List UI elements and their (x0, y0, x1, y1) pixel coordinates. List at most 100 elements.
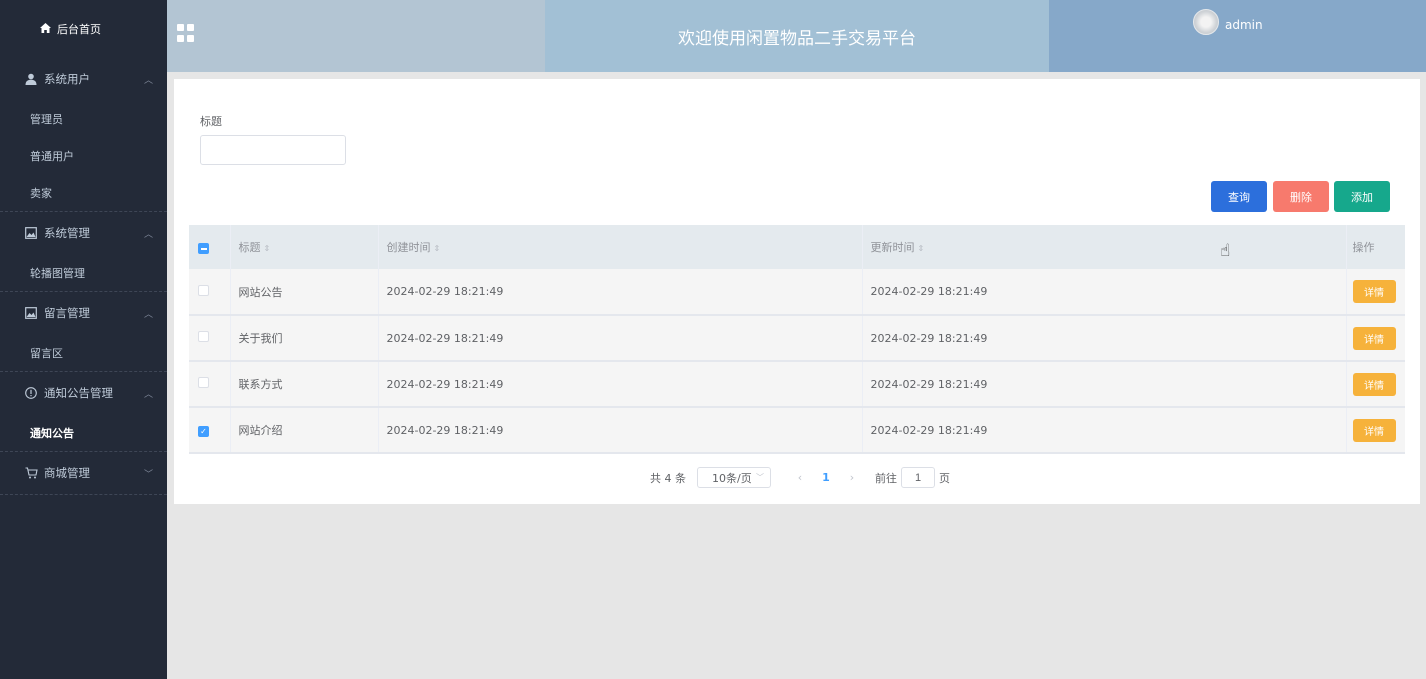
sidebar-group-notices: 通知公告管理 ︿ 通知公告 (0, 372, 167, 452)
menu-grid-icon[interactable] (177, 24, 195, 42)
sidebar: 后台首页 系统用户 ︿ 管理员 普通用户 卖家 系统管理 ︿ 轮播图管理 留言管… (0, 0, 167, 679)
table-row[interactable]: 联系方式 2024-02-29 18:21:49 2024-02-29 18:2… (189, 361, 1405, 408)
sort-icon[interactable]: ⇕ (918, 244, 925, 253)
sidebar-group-shop: 商城管理 ﹀ (0, 452, 167, 495)
sidebar-item-label: 管理员 (30, 112, 63, 126)
cell-title: 联系方式 (230, 361, 379, 408)
page-size-value: 10条/页 (712, 471, 752, 485)
sidebar-group-label: 系统用户 (44, 72, 90, 86)
cell-title: 网站介绍 (230, 407, 379, 454)
sidebar-group-header[interactable]: 系统用户 ︿ (0, 58, 167, 100)
cell-created: 2024-02-29 18:21:49 (378, 269, 863, 316)
cell-updated: 2024-02-29 18:21:49 (862, 361, 1347, 408)
column-title-label: 标题 (238, 241, 261, 254)
home-icon (40, 22, 51, 36)
sidebar-item-label: 通知公告 (30, 426, 74, 440)
sidebar-group-label: 留言管理 (44, 306, 90, 320)
chevron-down-icon: ﹀ (143, 469, 153, 480)
main-panel: 标题 查询 删除 添加 标题 ⇕ 创建时间 ⇕ 更新时间 ⇕ 操作 网站公告 2024… (174, 79, 1420, 504)
user-icon (24, 73, 38, 85)
chevron-up-icon: ︿ (143, 75, 153, 86)
sidebar-item-label: 轮播图管理 (30, 266, 85, 280)
table-row[interactable]: 网站公告 2024-02-29 18:21:49 2024-02-29 18:2… (189, 269, 1405, 316)
prev-page-icon[interactable]: ‹ (789, 471, 811, 484)
pagination: 共 4 条 10条/页 ﹀ ‹ 1 › 前往 页 (650, 467, 950, 488)
picture-icon (24, 307, 38, 319)
sidebar-item-message-board[interactable]: 留言区 (0, 334, 167, 371)
next-page-icon[interactable]: › (841, 471, 863, 484)
sidebar-item-label: 普通用户 (30, 149, 74, 163)
select-all-cell (189, 225, 231, 269)
sort-icon[interactable]: ⇕ (264, 244, 271, 253)
header-title: 欢迎使用闲置物品二手交易平台 (545, 0, 1049, 72)
row-checkbox-checked[interactable]: ✓ (198, 425, 209, 437)
row-checkbox[interactable] (198, 284, 209, 296)
sidebar-group-header[interactable]: 系统管理 ︿ (0, 212, 167, 254)
sort-icon[interactable]: ⇕ (434, 244, 441, 253)
chevron-up-icon: ︿ (143, 389, 153, 400)
header-user[interactable]: admin (1049, 0, 1426, 72)
sidebar-item-sellers[interactable]: 卖家 (0, 174, 167, 211)
sidebar-group-messages: 留言管理 ︿ 留言区 (0, 292, 167, 372)
column-header-updated[interactable]: 更新时间 ⇕ (862, 225, 1347, 269)
info-icon (24, 387, 38, 399)
row-checkbox[interactable] (198, 377, 209, 388)
cell-created: 2024-02-29 18:21:49 (378, 361, 863, 408)
sidebar-group-label: 系统管理 (44, 226, 90, 240)
page-size-select[interactable]: 10条/页 ﹀ (697, 467, 771, 488)
detail-button[interactable]: 详情 (1352, 280, 1396, 303)
cell-updated: 2024-02-29 18:21:49 (862, 407, 1347, 454)
select-all-checkbox[interactable] (198, 243, 209, 255)
title-search-input[interactable] (200, 135, 346, 165)
page-number[interactable]: 1 (811, 471, 841, 484)
cell-title: 关于我们 (230, 315, 379, 362)
sidebar-item-admins[interactable]: 管理员 (0, 100, 167, 137)
sidebar-group-label: 商城管理 (44, 466, 90, 480)
add-button[interactable]: 添加 (1334, 181, 1390, 212)
sidebar-group-header[interactable]: 通知公告管理 ︿ (0, 372, 167, 414)
sidebar-home[interactable]: 后台首页 (0, 0, 167, 58)
row-checkbox[interactable] (198, 331, 209, 342)
detail-button[interactable]: 详情 (1352, 326, 1396, 350)
detail-button[interactable]: 详情 (1352, 418, 1396, 442)
column-header-title[interactable]: 标题 ⇕ (230, 225, 379, 269)
table-row[interactable]: 关于我们 2024-02-29 18:21:49 2024-02-29 18:2… (189, 315, 1405, 362)
cell-title: 网站公告 (230, 269, 379, 316)
cell-created: 2024-02-29 18:21:49 (378, 315, 863, 362)
chevron-up-icon: ︿ (143, 309, 153, 320)
sidebar-item-notices[interactable]: 通知公告 (0, 414, 167, 451)
column-created-label: 创建时间 (386, 241, 431, 254)
avatar[interactable] (1193, 9, 1219, 35)
username[interactable]: admin (1225, 9, 1263, 32)
picture-icon (24, 227, 38, 239)
sidebar-group-system-users: 系统用户 ︿ 管理员 普通用户 卖家 (0, 58, 167, 212)
goto-page-input[interactable] (901, 467, 935, 488)
chevron-up-icon: ︿ (143, 229, 153, 240)
column-header-actions: 操作 (1346, 225, 1405, 269)
column-header-created[interactable]: 创建时间 ⇕ (378, 225, 863, 269)
sidebar-group-header[interactable]: 商城管理 ﹀ (0, 452, 167, 494)
sidebar-item-carousel[interactable]: 轮播图管理 (0, 254, 167, 291)
sidebar-group-system-management: 系统管理 ︿ 轮播图管理 (0, 212, 167, 292)
query-button[interactable]: 查询 (1211, 181, 1267, 212)
page-suffix: 页 (939, 471, 950, 485)
sidebar-home-label: 后台首页 (57, 23, 101, 36)
sidebar-item-label: 留言区 (30, 346, 63, 360)
table-row[interactable]: ✓ 网站介绍 2024-02-29 18:21:49 2024-02-29 18… (189, 407, 1405, 454)
top-header: 欢迎使用闲置物品二手交易平台 admin (167, 0, 1426, 72)
sidebar-group-label: 通知公告管理 (44, 386, 113, 400)
goto-label: 前往 (875, 471, 897, 485)
cell-updated: 2024-02-29 18:21:49 (862, 269, 1347, 316)
total-count: 共 4 条 (650, 471, 686, 485)
sidebar-item-label: 卖家 (30, 186, 52, 200)
sidebar-item-users[interactable]: 普通用户 (0, 137, 167, 174)
column-updated-label: 更新时间 (870, 241, 915, 254)
cell-updated: 2024-02-29 18:21:49 (862, 315, 1347, 362)
detail-button[interactable]: 详情 (1352, 372, 1396, 396)
cart-icon (24, 467, 38, 479)
hand-cursor-icon: ☝ (1220, 241, 1231, 261)
delete-button[interactable]: 删除 (1273, 181, 1329, 212)
sidebar-group-header[interactable]: 留言管理 ︿ (0, 292, 167, 334)
header-left (167, 0, 545, 72)
search-label: 标题 (200, 115, 222, 128)
